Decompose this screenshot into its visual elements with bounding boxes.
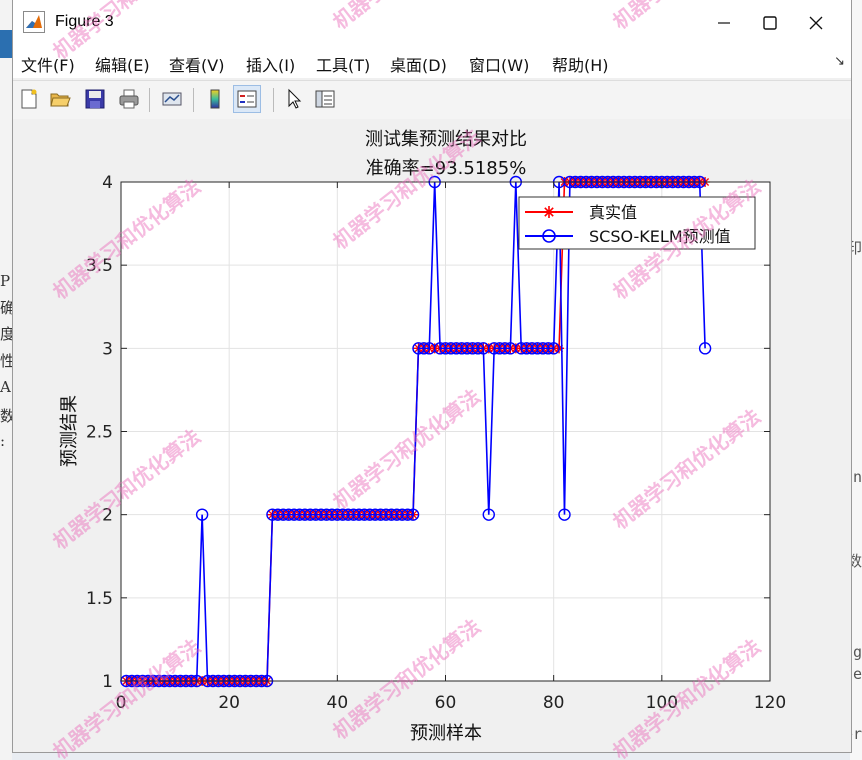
property-inspector-icon <box>315 90 335 108</box>
print-button[interactable] <box>115 85 143 113</box>
toolbar-separator <box>273 88 274 112</box>
background-left-char: : <box>0 432 6 450</box>
legend-label-pred: SCSO-KELM预测值 <box>589 227 731 246</box>
edit-plot-icon <box>288 88 302 109</box>
maximize-button[interactable] <box>747 0 793 46</box>
dock-arrow-icon[interactable]: ↘ <box>834 54 845 69</box>
x-tick-label: 20 <box>218 693 240 713</box>
menu-view[interactable]: 查看(V) <box>169 52 224 76</box>
y-tick-label: 1.5 <box>86 589 113 609</box>
y-tick-label: 2 <box>102 506 113 526</box>
toolbar-separator <box>193 88 194 112</box>
title-bar[interactable]: Figure 3 <box>13 0 851 46</box>
minimize-button[interactable] <box>701 0 747 46</box>
insert-legend-button[interactable] <box>233 85 261 113</box>
x-tick-label: 120 <box>754 693 786 713</box>
y-axis-label: 预测结果 <box>59 395 80 467</box>
y-tick-label: 3.5 <box>86 256 113 276</box>
y-tick-label: 1 <box>102 672 113 692</box>
y-tick-label: 2.5 <box>86 423 113 443</box>
background-right-char: e <box>852 665 862 683</box>
print-icon <box>119 89 139 109</box>
menu-insert[interactable]: 插入(I) <box>246 52 295 76</box>
window-title: Figure 3 <box>55 13 114 30</box>
figure-canvas: 测试集预测结果对比 准确率=93.5185% 0 20 40 60 80 100 120 1 1… <box>13 119 851 752</box>
matlab-logo-icon <box>23 11 45 33</box>
insert-legend-icon <box>237 90 257 108</box>
link-plot-icon <box>162 92 182 106</box>
menu-edit[interactable]: 编辑(E) <box>95 52 150 76</box>
menu-desktop[interactable]: 桌面(D) <box>390 52 447 76</box>
x-tick-label: 60 <box>435 693 457 713</box>
new-figure-button[interactable] <box>15 85 43 113</box>
menu-window[interactable]: 窗口(W) <box>469 52 529 76</box>
toolbar-separator <box>149 88 150 112</box>
legend-marker-asterisk-icon <box>543 206 555 218</box>
minimize-icon <box>718 22 730 24</box>
menu-help[interactable]: 帮助(H) <box>552 52 609 76</box>
menu-tools[interactable]: 工具(T) <box>316 52 370 76</box>
background-left-char: A <box>0 378 11 396</box>
insert-colorbar-button[interactable] <box>201 85 229 113</box>
property-inspector-button[interactable] <box>311 85 339 113</box>
open-file-button[interactable] <box>46 85 74 113</box>
x-tick-label: 100 <box>646 693 678 713</box>
background-left-char: P <box>0 272 11 290</box>
x-tick-label: 40 <box>327 693 349 713</box>
chart-title-line-2: 准确率=93.5185% <box>366 158 527 179</box>
close-icon <box>809 16 823 30</box>
y-tick-label: 3 <box>102 339 113 359</box>
menu-bar: 文件(F) 编辑(E) 查看(V) 插入(I) 工具(T) 桌面(D) 窗口(W… <box>13 46 851 78</box>
legend-label-true: 真实值 <box>589 203 637 222</box>
background-left-strip: P 确 度 性 A 数 : <box>0 0 15 760</box>
legend[interactable]: 真实值 SCSO-KELM预测值 <box>518 196 756 250</box>
close-button[interactable] <box>793 0 839 46</box>
x-tick-label: 80 <box>543 693 565 713</box>
open-file-icon <box>50 93 71 107</box>
save-button[interactable] <box>81 85 109 113</box>
link-plot-button[interactable] <box>158 85 186 113</box>
y-tick-label: 4 <box>102 173 113 193</box>
menu-file[interactable]: 文件(F) <box>21 52 75 76</box>
background-right-char: g <box>852 643 862 661</box>
chart-svg: 测试集预测结果对比 准确率=93.5185% 0 20 40 60 80 100 120 1 1… <box>59 129 786 744</box>
maximize-icon <box>763 16 777 30</box>
chart-title-line-1: 测试集预测结果对比 <box>365 129 527 150</box>
x-axis-label: 预测样本 <box>410 723 482 744</box>
background-blue-tab <box>0 30 12 58</box>
toolbar <box>13 80 851 120</box>
save-icon <box>85 89 105 109</box>
x-tick-label: 0 <box>116 693 127 713</box>
insert-colorbar-icon <box>210 89 220 109</box>
edit-plot-button[interactable] <box>279 85 307 113</box>
figure-window: Figure 3 文件(F) 编辑(E) 查看(V) 插入(I) 工具(T) 桌… <box>12 0 852 753</box>
new-figure-icon <box>21 89 37 109</box>
